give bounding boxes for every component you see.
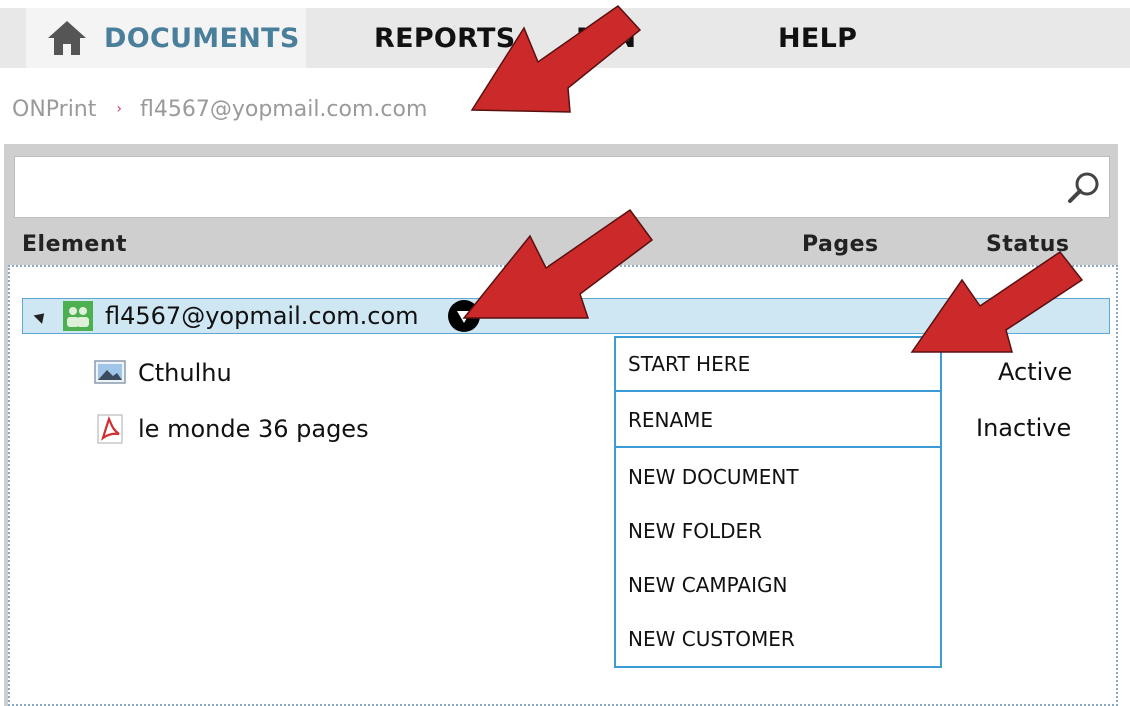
column-header-status[interactable]: Status	[986, 232, 1069, 257]
tab-reports[interactable]: REPORTS	[374, 8, 516, 68]
list-item-label: le monde 36 pages	[138, 415, 369, 443]
collapse-toggle-icon[interactable]	[33, 308, 49, 324]
tab-documents-label: DOCUMENTS	[104, 22, 300, 54]
tab-help[interactable]: HELP	[778, 8, 857, 68]
status-badge: Active	[998, 358, 1073, 386]
tab-documents[interactable]: DOCUMENTS	[26, 8, 306, 68]
breadcrumb: ONPrint › fl4567@yopmail.com.com	[12, 92, 427, 126]
list-item-label: Cthulhu	[138, 359, 232, 387]
tab-help-label: HELP	[778, 22, 858, 54]
column-header-pages[interactable]: Pages	[802, 232, 879, 257]
tab-admin[interactable]: MIN	[576, 8, 636, 68]
search-icon[interactable]	[1065, 169, 1103, 207]
chevron-down-circle-icon[interactable]	[447, 299, 481, 333]
tab-admin-label: MIN	[576, 22, 637, 54]
tree-root-label: fl4567@yopmail.com.com	[105, 302, 419, 330]
breadcrumb-root[interactable]: ONPrint	[12, 97, 96, 122]
list-item[interactable]: Cthulhu	[94, 355, 232, 391]
context-menu: START HERE RENAME NEW DOCUMENT NEW FOLDE…	[614, 336, 942, 668]
breadcrumb-separator: ›	[116, 101, 122, 117]
status-badge: Inactive	[976, 414, 1072, 442]
column-header-element[interactable]: Element	[22, 232, 127, 257]
menu-item-new-document[interactable]: NEW DOCUMENT	[616, 450, 940, 504]
menu-item-start-here[interactable]: START HERE	[616, 338, 940, 392]
menu-item-rename[interactable]: RENAME	[616, 394, 940, 448]
user-group-icon	[63, 301, 93, 331]
home-icon	[48, 21, 86, 55]
list-item[interactable]: le monde 36 pages	[94, 411, 369, 447]
breadcrumb-current: fl4567@yopmail.com.com	[140, 96, 428, 122]
menu-item-new-folder[interactable]: NEW FOLDER	[616, 504, 940, 558]
image-file-icon	[94, 360, 126, 384]
menu-item-new-campaign[interactable]: NEW CAMPAIGN	[616, 558, 940, 612]
pdf-file-icon	[97, 414, 123, 444]
search-input[interactable]	[14, 156, 1110, 218]
top-navigation: DOCUMENTS REPORTS MIN HELP	[0, 0, 1130, 68]
menu-item-new-customer[interactable]: NEW CUSTOMER	[616, 612, 940, 666]
tree-root-row[interactable]: fl4567@yopmail.com.com	[22, 298, 1110, 334]
tab-reports-label: REPORTS	[374, 22, 516, 54]
